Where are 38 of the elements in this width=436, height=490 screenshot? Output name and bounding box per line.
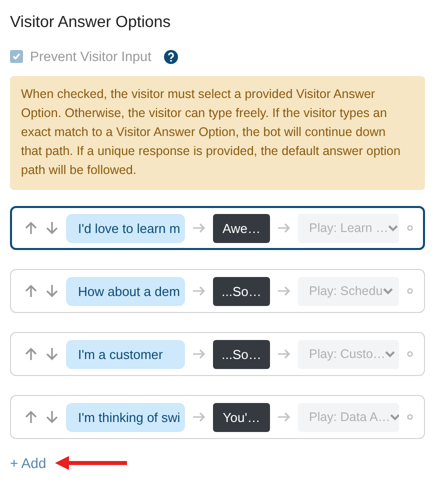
chevron-down-icon[interactable] [388,224,398,232]
right-arrow-icon [192,284,206,298]
up-arrow-icon[interactable] [24,410,38,424]
section-title: Visitor Answer Options [10,14,172,32]
reply-message[interactable]: ...So… [213,340,270,368]
up-arrow-icon[interactable] [24,347,38,361]
answer-option-row[interactable]: I'm thinking of swi You'… Play: Data A… [10,395,425,439]
reply-message[interactable]: You'… [213,402,270,432]
up-arrow-icon[interactable] [24,284,38,298]
right-arrow-icon [277,410,291,424]
down-arrow-icon[interactable] [45,221,59,235]
answer-field[interactable]: I'm a customer [66,340,185,368]
down-arrow-icon[interactable] [45,410,59,424]
help-icon[interactable] [164,50,178,64]
up-arrow-icon[interactable] [24,221,38,235]
reply-message[interactable]: Awe… [213,214,270,242]
reply-message[interactable]: ...So… [213,276,270,306]
answer-option-row[interactable]: How about a dem ...So… Play: Schedu [10,269,425,313]
right-arrow-icon [277,221,291,235]
chevron-down-icon[interactable] [390,414,399,420]
down-arrow-icon[interactable] [45,284,59,298]
right-arrow-icon [277,347,291,361]
checkbox-label: Prevent Visitor Input [30,49,152,64]
down-arrow-icon[interactable] [45,347,59,361]
answer-field[interactable]: I'm thinking of swi [66,402,185,432]
answer-option-row[interactable]: I'd love to learn m Awe… Play: Learn … [10,206,425,250]
right-arrow-icon [277,284,291,298]
answer-option-row[interactable]: I'm a customer ...So… Play: Custo… [10,332,425,376]
answer-field[interactable]: How about a dem [66,276,185,306]
right-arrow-icon [192,347,206,361]
right-arrow-icon [192,410,206,424]
add-link[interactable]: + Add [10,455,46,471]
info-note: When checked, the visitor must select a provided Visitor Answer Option. Otherwise, the visitor can type freely. If the visitor types an exact match to a Visitor Answer Option, the bot will continue down that path. If a unique response is provided, the default answer option path will be followed. [10,76,425,190]
checkbox[interactable] [10,50,23,63]
chevron-down-icon[interactable] [383,288,393,294]
answer-field[interactable]: I'd love to learn m [66,214,185,242]
right-arrow-icon [192,221,206,235]
chevron-down-icon[interactable] [385,350,396,358]
